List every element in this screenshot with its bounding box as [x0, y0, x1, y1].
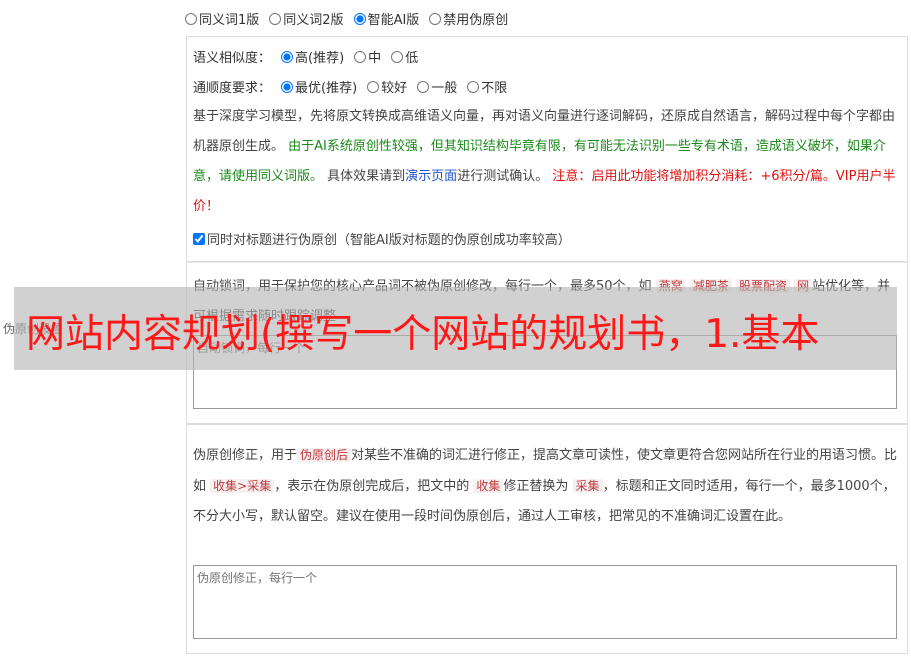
example-keyword: 伪原创后: [297, 448, 352, 462]
title-rewrite-option[interactable]: 同时对标题进行伪原创（智能AI版对标题的伪原创成功率较高）: [193, 229, 571, 248]
similarity-radio-mid[interactable]: [354, 50, 367, 63]
version-radio-disable[interactable]: [429, 12, 442, 25]
fluency-label: 通顺度要求：: [193, 81, 272, 96]
version-radio-ai[interactable]: [353, 12, 366, 25]
fluency-radio-any[interactable]: [467, 80, 480, 93]
fluency-option-best[interactable]: 最优(推荐): [281, 77, 357, 96]
fluency-radio-normal[interactable]: [417, 80, 430, 93]
version-options: 同义词1版 同义词2版 智能AI版 禁用伪原创: [185, 9, 508, 28]
similarity-radio-high[interactable]: [281, 50, 294, 63]
version-radio-synonym1[interactable]: [185, 12, 197, 25]
fluency-radio-good[interactable]: [367, 80, 380, 93]
similarity-option-mid[interactable]: 中: [354, 47, 381, 66]
similarity-radio-low[interactable]: [391, 50, 404, 63]
example-keyword: 采集: [572, 479, 603, 493]
version-option-disable[interactable]: 禁用伪原创: [429, 9, 508, 28]
fluency-option-good[interactable]: 较好: [367, 77, 407, 96]
fluency-option-normal[interactable]: 一般: [417, 77, 457, 96]
title-rewrite-checkbox[interactable]: [193, 232, 205, 245]
fluency-option-any[interactable]: 不限: [467, 77, 507, 96]
similarity-row: 语义相似度： 高(推荐) 中 低: [193, 47, 418, 66]
similarity-label: 语义相似度：: [193, 51, 272, 66]
correction-description: 伪原创修正，用于 伪原创后 对某些不准确的词汇进行修正，提高文章可读性，使文章更符合…: [193, 448, 898, 524]
fluency-radio-best[interactable]: [281, 80, 294, 93]
correction-input[interactable]: [193, 565, 897, 639]
example-keyword: 收集>采集: [210, 479, 275, 493]
correction-panel: 伪原创修正，用于 伪原创后 对某些不准确的词汇进行修正，提高文章可读性，使文章更符合…: [186, 424, 908, 654]
version-option-synonym1[interactable]: 同义词1版: [185, 9, 259, 28]
overlay-title: 网站内容规划(撰写一个网站的规划书，1.基本: [26, 312, 820, 357]
ai-description: 基于深度学习模型，先将原文转换成高维语义向量，再对语义向量进行逐词解码，还原成自…: [193, 109, 896, 214]
version-option-synonym2[interactable]: 同义词2版: [269, 9, 344, 28]
fluency-row: 通顺度要求： 最优(推荐) 较好 一般 不限: [193, 77, 507, 96]
version-radio-synonym2[interactable]: [269, 12, 282, 25]
similarity-option-high[interactable]: 高(推荐): [281, 47, 344, 66]
version-option-ai[interactable]: 智能AI版: [353, 9, 419, 28]
similarity-option-low[interactable]: 低: [391, 47, 418, 66]
example-keyword: 收集: [473, 479, 504, 493]
ai-settings-panel: 语义相似度： 高(推荐) 中 低 通顺度要求： 最优(推荐) 较好 一般 不限 …: [186, 36, 908, 262]
demo-page-link[interactable]: 演示页面: [405, 169, 457, 184]
